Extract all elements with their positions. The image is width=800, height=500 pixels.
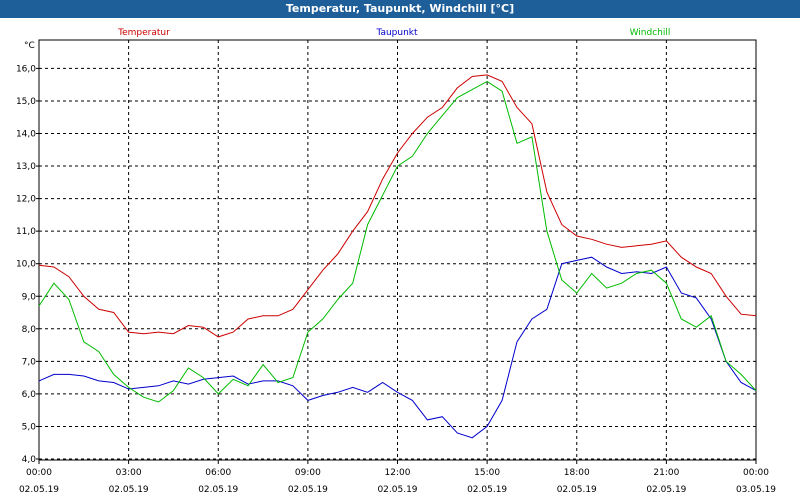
x-tick-time: 18:00 bbox=[564, 468, 590, 478]
y-tick-label: 12,0 bbox=[16, 195, 36, 205]
x-tick-date: 02.05.19 bbox=[198, 485, 238, 495]
y-tick-label: 6,0 bbox=[22, 390, 37, 400]
x-tick-date: 03.05.19 bbox=[736, 485, 776, 495]
legend-windchill: Windchill bbox=[630, 28, 671, 38]
x-tick-time: 09:00 bbox=[295, 468, 321, 478]
x-tick-date: 02.05.19 bbox=[288, 485, 328, 495]
y-tick-label: 11,0 bbox=[16, 227, 36, 237]
legend-taupunkt: Taupunkt bbox=[375, 28, 418, 38]
y-axis: 4,0 5,0 6,0 7,0 8,0 9,0 10,0 11,0 12,0 13,0 14,0 15… bbox=[16, 64, 39, 465]
y-tick-label: 7,0 bbox=[22, 357, 37, 367]
line-chart: 4,0 5,0 6,0 7,0 8,0 9,0 10,0 11,0 12,0 13,0 14,0 15… bbox=[16, 28, 776, 495]
y-tick-label: 8,0 bbox=[22, 325, 37, 335]
x-tick-time: 12:00 bbox=[385, 468, 411, 478]
x-tick-time: 06:00 bbox=[205, 468, 231, 478]
y-tick-label: 4,0 bbox=[22, 455, 37, 465]
y-tick-label: 16,0 bbox=[16, 64, 36, 74]
y-tick-label: 14,0 bbox=[16, 130, 36, 140]
y-axis-label: °C bbox=[24, 41, 35, 51]
x-tick-date: 02.05.19 bbox=[557, 485, 597, 495]
window-title: Temperatur, Taupunkt, Windchill [°C] bbox=[0, 0, 800, 18]
x-tick-time: 03:00 bbox=[116, 468, 142, 478]
y-tick-label: 10,0 bbox=[16, 260, 36, 270]
x-tick-date: 02.05.19 bbox=[19, 485, 59, 495]
x-tick-date: 02.05.19 bbox=[646, 485, 686, 495]
x-tick-time: 21:00 bbox=[653, 468, 679, 478]
legend-temperatur: Temperatur bbox=[117, 28, 170, 38]
x-tick-time: 00:00 bbox=[26, 468, 52, 478]
x-tick-date: 02.05.19 bbox=[109, 485, 149, 495]
x-tick-date: 02.05.19 bbox=[467, 485, 507, 495]
y-tick-label: 15,0 bbox=[16, 97, 36, 107]
x-tick-time: 00:00 bbox=[743, 468, 769, 478]
y-tick-label: 13,0 bbox=[16, 162, 36, 172]
x-tick-time: 15:00 bbox=[474, 468, 500, 478]
y-tick-label: 5,0 bbox=[22, 422, 37, 432]
y-tick-label: 9,0 bbox=[22, 292, 37, 302]
x-axis: 00:00 02.05.19 03:00 02.05.19 06:00 02.05.19 0… bbox=[19, 460, 776, 495]
x-tick-date: 02.05.19 bbox=[377, 485, 417, 495]
